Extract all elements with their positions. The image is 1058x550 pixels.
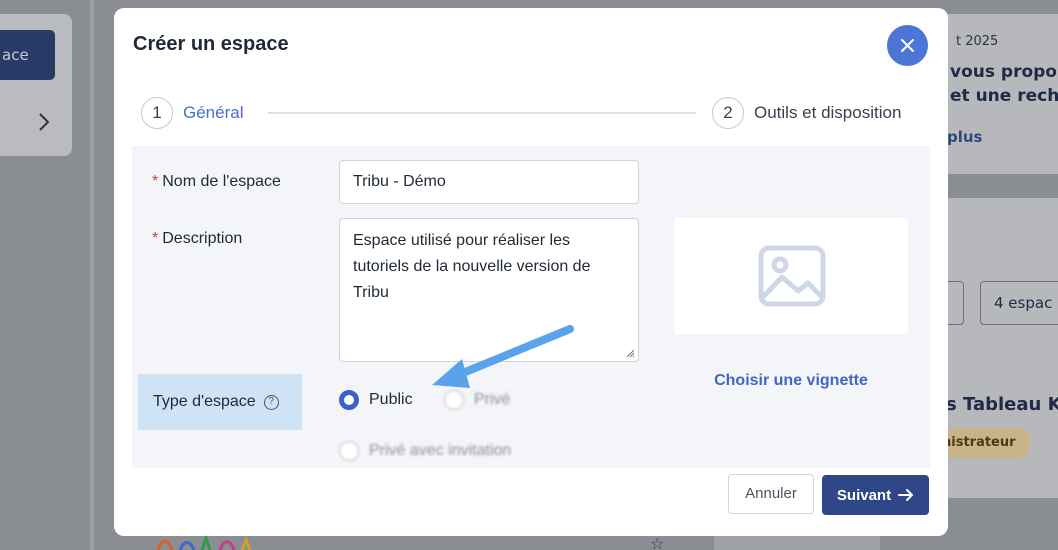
- background-illustration: [156, 536, 252, 550]
- image-placeholder-icon: [758, 245, 826, 307]
- thumbnail-preview[interactable]: [674, 218, 908, 334]
- chevron-right-icon: [39, 113, 50, 131]
- step-number: 2: [712, 97, 744, 129]
- step-label: Outils et disposition: [754, 103, 902, 122]
- close-button[interactable]: [887, 25, 928, 66]
- background-create-space-button: ace: [0, 30, 55, 80]
- help-icon[interactable]: ?: [263, 394, 279, 410]
- radio-private-invitation[interactable]: Privé avec invitation: [339, 441, 511, 461]
- background-count-box: 4 espac: [980, 281, 1058, 325]
- cancel-button[interactable]: Annuler: [728, 474, 814, 514]
- radio-button[interactable]: [444, 390, 464, 410]
- star-icon: ☆: [650, 534, 665, 550]
- radio-button-checked[interactable]: [339, 390, 359, 410]
- choose-thumbnail-link[interactable]: Choisir une vignette: [652, 372, 930, 390]
- step-label: Général: [183, 103, 244, 122]
- space-name-input[interactable]: Tribu - Démo: [339, 160, 639, 204]
- radio-private[interactable]: Privé: [444, 390, 510, 410]
- step-tools-layout[interactable]: 2 Outils et disposition: [712, 97, 901, 129]
- close-icon: [901, 39, 914, 52]
- step-connector: [268, 112, 696, 114]
- background-divider: [90, 0, 94, 550]
- description-text: Espace utilisé pour réaliser les tutorie…: [353, 232, 591, 301]
- background-date: t 2025: [956, 34, 999, 49]
- modal-title: Créer un espace: [133, 33, 289, 55]
- space-type-label: Type d'espace ?: [138, 374, 302, 430]
- create-space-modal: Créer un espace 1 Général 2 Outils et di…: [114, 8, 948, 536]
- space-name-label: * Nom de l'espace: [152, 173, 281, 190]
- background-card-title: s Tableau Ko: [946, 394, 1058, 415]
- background-headline-line2: et une reche: [950, 86, 1058, 106]
- next-button[interactable]: Suivant: [822, 475, 929, 515]
- required-marker: *: [152, 173, 159, 190]
- radio-public[interactable]: Public: [339, 390, 413, 410]
- description-label: * Description: [152, 230, 243, 247]
- step-general[interactable]: 1 Général: [141, 97, 243, 129]
- step-number: 1: [141, 97, 173, 129]
- radio-button[interactable]: [339, 441, 359, 461]
- required-marker: *: [152, 230, 159, 247]
- background-headline-line1: vous propo: [950, 62, 1057, 82]
- resize-handle-icon[interactable]: [625, 348, 635, 358]
- arrow-right-icon: [898, 489, 914, 501]
- general-form: * Nom de l'espace Tribu - Démo * Descripti…: [132, 146, 930, 468]
- background-more-link: plus: [947, 128, 983, 146]
- description-textarea[interactable]: Espace utilisé pour réaliser les tutorie…: [339, 218, 639, 362]
